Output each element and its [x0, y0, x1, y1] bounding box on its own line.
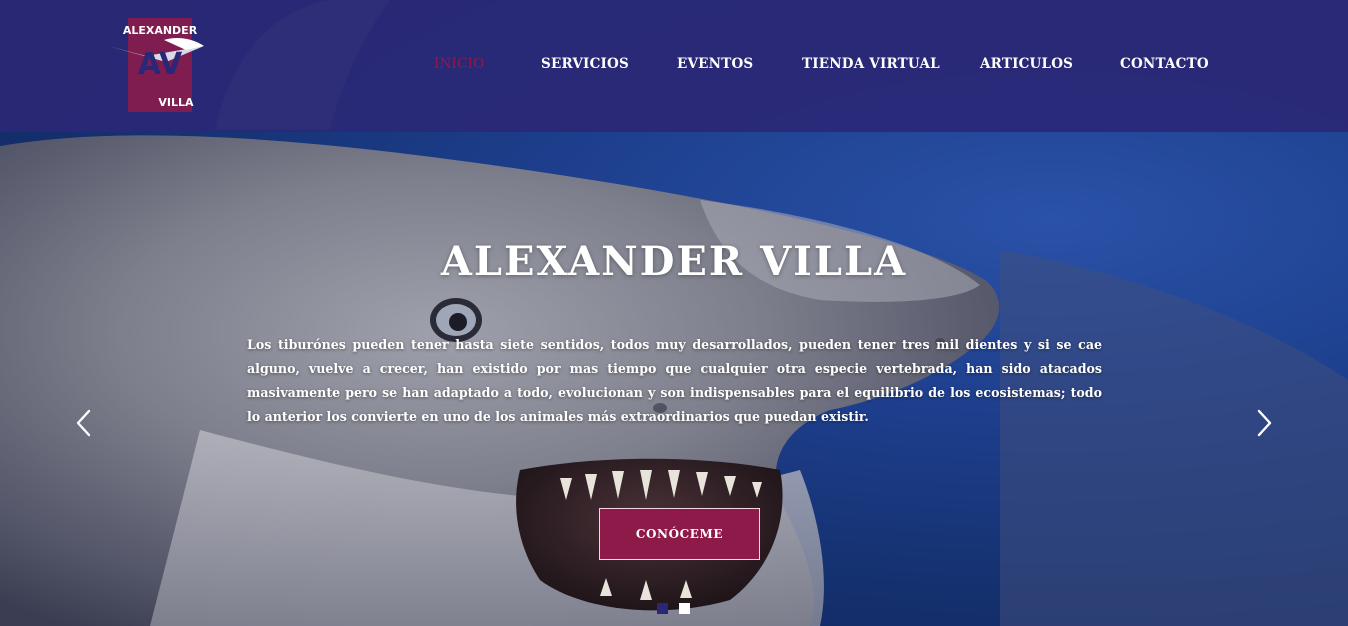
- logo-text-top: ALEXANDER: [123, 24, 198, 37]
- hero-title: ALEXANDER VILLA: [440, 238, 908, 285]
- nav-item-eventos[interactable]: EVENTOS: [677, 56, 753, 72]
- carousel-prev-button[interactable]: [72, 408, 96, 438]
- chevron-right-icon: [1257, 409, 1272, 437]
- carousel-dot-1[interactable]: [657, 603, 668, 614]
- nav-item-contacto[interactable]: CONTACTO: [1120, 56, 1209, 72]
- nav-item-articulos[interactable]: ARTICULOS: [980, 56, 1073, 72]
- nav-item-inicio[interactable]: INICIO: [434, 56, 484, 72]
- chevron-left-icon: [76, 409, 91, 437]
- site-header: AV ALEXANDER VILLA INICIO SERVICIOS EVEN…: [0, 0, 1348, 132]
- carousel-next-button[interactable]: [1252, 408, 1276, 438]
- hero-description: Los tiburónes pueden tener hasta siete s…: [247, 337, 1102, 424]
- main-nav: INICIO SERVICIOS EVENTOS TIENDA VIRTUAL …: [0, 56, 1348, 76]
- conoceme-button[interactable]: CONÓCEME: [599, 508, 760, 560]
- carousel-dot-2[interactable]: [679, 603, 690, 614]
- nav-item-tienda-virtual[interactable]: TIENDA VIRTUAL: [802, 56, 940, 72]
- logo-text-bottom: VILLA: [158, 96, 194, 109]
- nav-item-servicios[interactable]: SERVICIOS: [541, 56, 629, 72]
- carousel-indicators: [657, 603, 697, 615]
